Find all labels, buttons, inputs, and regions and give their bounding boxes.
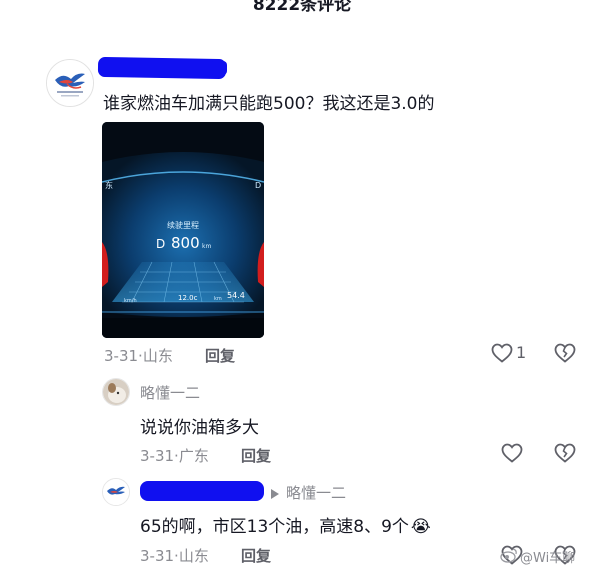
watermark-text: @Wi车聊 [520,551,576,566]
wing-logo-icon [103,479,129,505]
range-unit: km [202,243,211,250]
comment-location: 山东 [142,347,173,365]
reply-avatar[interactable] [102,378,130,406]
range-label: 续驶里程 [167,220,199,230]
like-heart-icon[interactable] [490,341,514,365]
reply-text: 65的啊，市区13个油，高速8、9个 😭 [140,512,431,537]
odometer-readout: 54.4 [227,291,245,300]
dislike-broken-heart-icon[interactable] [553,441,577,465]
comment-text: 谁家燃油车加满只能跑500？我这还是3.0的 [103,94,435,114]
reply-username[interactable]: 略懂一二 [140,382,200,403]
range-value: 800 [171,234,200,252]
reply-date-location: 3-31·广东 [140,445,209,466]
reply-button[interactable]: 回复 [241,545,271,566]
redacted-username-tail [210,61,227,75]
reply-to-username[interactable]: 略懂一二 [286,482,346,503]
reply-button[interactable]: 回复 [205,345,235,366]
redacted-username [140,481,264,501]
comment-date-location: 3-31·山东 [104,345,173,366]
like-count: 1 [516,343,527,362]
temperature-readout: 12.0c [178,294,198,302]
odometer-prefix: km [214,296,222,302]
reply-arrow-icon [270,485,280,499]
reply-text-content: 65的啊，市区13个油，高速8、9个 [140,517,409,537]
reply-button[interactable]: 回复 [241,445,271,466]
reply-date: 3-31 [140,547,175,565]
like-heart-icon[interactable] [500,441,524,465]
reply-avatar[interactable] [102,478,130,506]
reply-date: 3-31 [140,447,175,465]
speed-unit: km/h [124,298,137,304]
crying-emoji-icon: 😭 [410,517,431,537]
right-marker: D [255,181,261,190]
redacted-username [97,56,227,80]
commenter-avatar[interactable] [46,59,94,107]
weibo-logo-icon [500,547,518,563]
left-marker: 东 [105,180,113,190]
dislike-broken-heart-icon[interactable] [553,341,577,365]
comment-count-title: 8222条评论 [252,0,352,15]
reply-date-location: 3-31·山东 [140,545,209,566]
reply-location: 山东 [178,547,209,565]
dog-avatar-icon [103,379,129,405]
comment-date: 3-31 [104,347,139,365]
dashboard-photo: 东 D 续驶里程 D 800 km km/h 12.0c km 54.4 [102,122,264,338]
comment-image[interactable]: 东 D 续驶里程 D 800 km km/h 12.0c km 54.4 [102,122,264,338]
reply-text: 说说你油箱多大 [140,418,259,438]
range-gear: D [156,237,165,251]
wing-logo-icon [47,60,93,106]
reply-location: 广东 [178,447,209,465]
